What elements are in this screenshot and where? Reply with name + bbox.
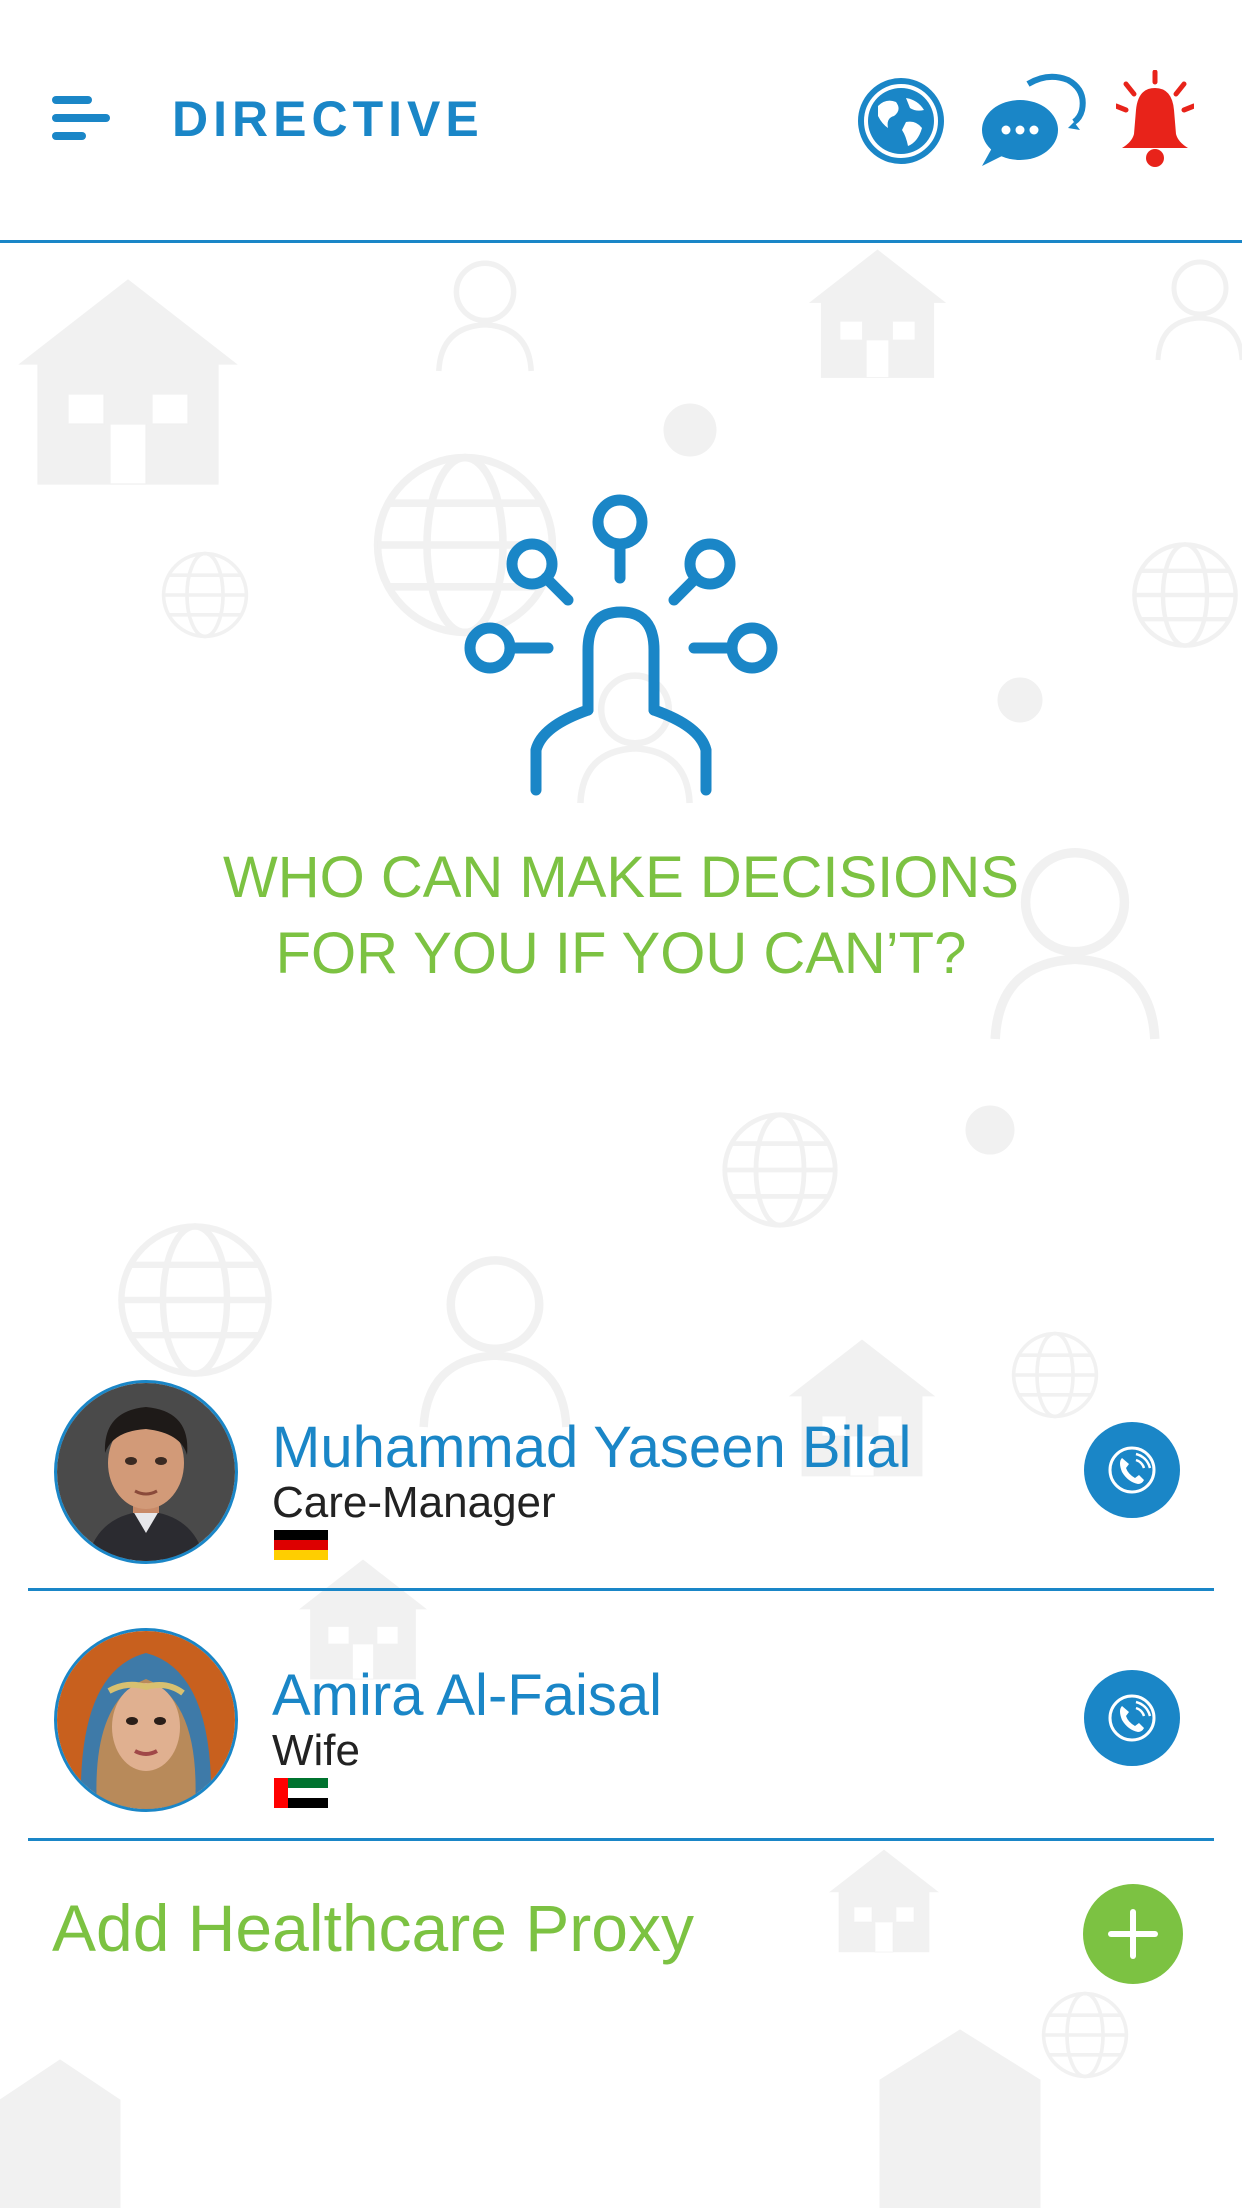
- divider: [28, 1838, 1214, 1841]
- germany-flag-icon: [274, 1530, 328, 1560]
- proxy-name: Amira Al-Faisal: [272, 1663, 662, 1728]
- decision-network-person-icon: [464, 494, 778, 796]
- plus-icon: [1108, 1909, 1158, 1959]
- proxy-role: Care-Manager: [272, 1478, 556, 1527]
- phone-icon: [1108, 1446, 1156, 1494]
- avatar: [54, 1380, 238, 1564]
- decision-question-heading: WHO CAN MAKE DECISIONS FOR YOU IF YOU CA…: [223, 845, 1019, 986]
- phone-icon: [1108, 1694, 1156, 1742]
- proxy-list-item[interactable]: Muhammad Yaseen Bilal Care-Manager: [0, 1380, 1242, 1630]
- divider: [28, 1588, 1214, 1591]
- proxy-name: Muhammad Yaseen Bilal: [272, 1415, 912, 1480]
- avatar: [54, 1628, 238, 1812]
- alarm-bell-icon[interactable]: [1116, 70, 1194, 170]
- globe-icon[interactable]: [856, 76, 946, 166]
- add-proxy-button[interactable]: [1083, 1884, 1183, 1984]
- app-header: DIRECTIVE: [0, 0, 1242, 243]
- uae-flag-icon: [274, 1778, 328, 1808]
- call-button[interactable]: [1084, 1670, 1180, 1766]
- proxy-role: Wife: [272, 1726, 360, 1775]
- app-title: DIRECTIVE: [172, 91, 484, 147]
- chat-bubbles-icon[interactable]: [978, 72, 1090, 168]
- hamburger-menu-icon[interactable]: [52, 96, 114, 144]
- add-healthcare-proxy-link[interactable]: Add Healthcare Proxy: [52, 1890, 694, 1966]
- call-button[interactable]: [1084, 1422, 1180, 1518]
